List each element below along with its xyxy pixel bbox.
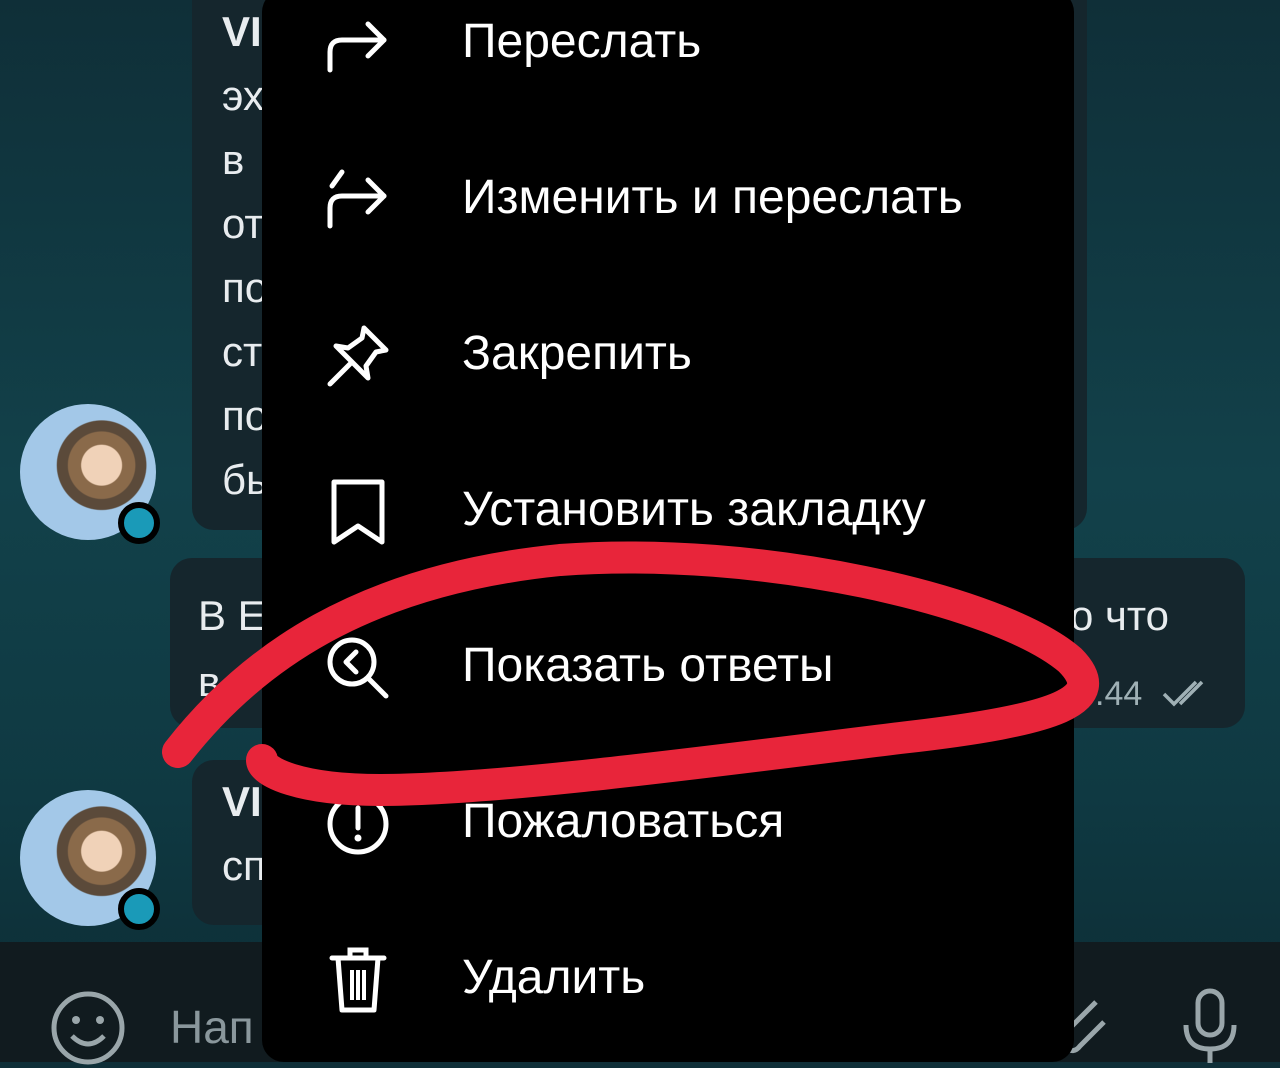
menu-item-pin[interactable]: Закрепить — [262, 278, 1074, 434]
menu-item-label: Установить закладку — [462, 483, 926, 536]
menu-item-label: Изменить и переслать — [462, 171, 963, 224]
menu-item-label: Пожаловаться — [462, 795, 785, 848]
menu-item-bookmark[interactable]: Установить закладку — [262, 434, 1074, 590]
message-text-start-2: в — [198, 658, 221, 705]
message-text-start: В Е — [198, 592, 266, 639]
pin-icon — [327, 325, 389, 387]
microphone-icon[interactable] — [1170, 985, 1250, 1065]
message-text-end: о что — [1070, 592, 1170, 639]
context-menu: Переслать Изменить и переслать Закрепить… — [262, 0, 1074, 1062]
menu-item-label: Закрепить — [462, 327, 692, 380]
menu-item-report[interactable]: Пожаловаться — [262, 746, 1074, 902]
menu-item-show-replies[interactable]: Показать ответы — [262, 590, 1074, 746]
message-time: .44 — [1095, 675, 1143, 713]
double-check-icon — [1162, 680, 1204, 707]
edit-forward-icon — [327, 169, 387, 229]
menu-item-label: Переслать — [462, 15, 702, 68]
menu-item-forward[interactable]: Переслать — [262, 0, 1074, 122]
message-input[interactable]: Нап — [170, 1000, 254, 1054]
menu-item-edit-forward[interactable]: Изменить и переслать — [262, 122, 1074, 278]
menu-item-delete[interactable]: Удалить — [262, 902, 1074, 1058]
avatar[interactable] — [20, 404, 160, 544]
search-replies-icon — [327, 637, 389, 699]
avatar[interactable] — [20, 790, 160, 930]
online-status-dot — [118, 502, 160, 544]
bookmark-icon — [331, 479, 385, 545]
emoji-icon[interactable] — [48, 988, 128, 1068]
menu-item-label: Показать ответы — [462, 639, 834, 692]
trash-icon — [329, 947, 387, 1013]
report-icon — [327, 793, 389, 855]
menu-item-label: Удалить — [462, 951, 646, 1004]
online-status-dot — [118, 888, 160, 930]
forward-icon — [327, 21, 387, 73]
